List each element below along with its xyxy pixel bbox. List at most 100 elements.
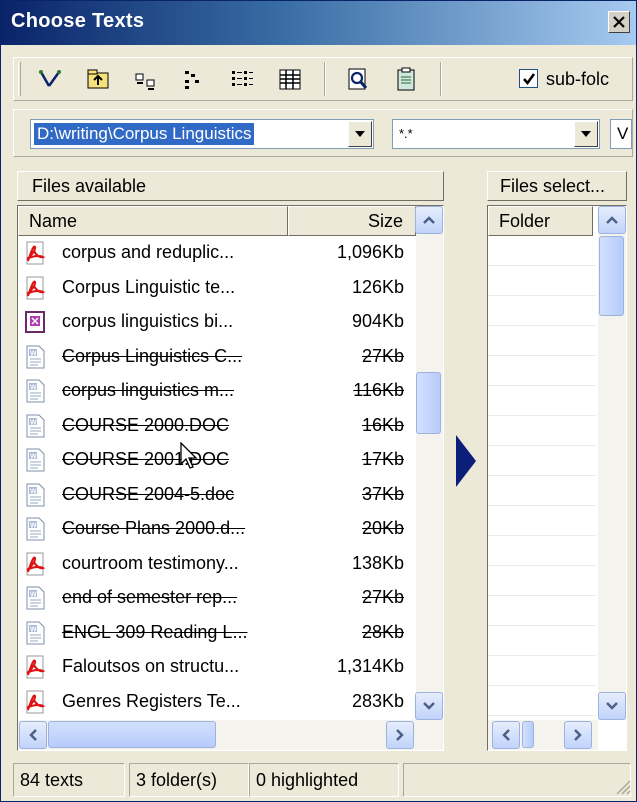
file-size: 904Kb: [351, 311, 404, 331]
horizontal-scrollbar[interactable]: [18, 720, 443, 750]
file-row[interactable]: W Course Plans 2000.d... 20Kb: [18, 514, 416, 544]
subfolders-checkbox[interactable]: [519, 69, 538, 88]
scroll-up-button[interactable]: [415, 206, 443, 234]
file-row[interactable]: courtroom testimony... 138Kb: [18, 549, 416, 579]
file-row[interactable]: W ENGL 309 Reading L... 28Kb: [18, 618, 416, 648]
file-name: Corpus Linguistics C...: [62, 345, 243, 366]
file-row[interactable]: Genres Registers Te... 283Kb: [18, 687, 416, 717]
file-row[interactable]: corpus linguistics bi... 904Kb: [18, 307, 416, 337]
chevron-left-icon: [29, 729, 37, 741]
selected-scroll-right-button[interactable]: [564, 721, 592, 749]
search-button[interactable]: [344, 65, 372, 93]
file-size: 20Kb: [361, 518, 404, 538]
chevron-down-icon: [581, 131, 591, 137]
file-row[interactable]: W COURSE 2000.DOC 16Kb: [18, 411, 416, 441]
selected-scroll-left-button[interactable]: [492, 721, 520, 749]
column-header-name[interactable]: Name: [18, 206, 288, 236]
folder-up-icon: [87, 69, 109, 89]
folder-combobox[interactable]: D:\writing\Corpus Linguistics: [30, 119, 374, 149]
file-size: 37Kb: [361, 483, 404, 504]
third-combobox-value[interactable]: V: [614, 123, 631, 145]
chevron-down-icon: [355, 131, 365, 137]
window-title: Choose Texts: [11, 10, 145, 32]
details-view-button[interactable]: [276, 65, 304, 93]
file-name: corpus and reduplic...: [62, 242, 235, 262]
column-header-folder[interactable]: Folder: [488, 206, 593, 236]
file-row[interactable]: Wend of semester rep... 27Kb: [18, 583, 416, 613]
files-selected-list[interactable]: Folder: [487, 205, 627, 751]
folder-path-value[interactable]: D:\writing\Corpus Linguistics: [32, 122, 256, 146]
file-row[interactable]: Wcorpus linguistics m... 116Kb: [18, 376, 416, 406]
file-name: Genres Registers Te...: [62, 690, 241, 711]
svg-text:W: W: [30, 419, 37, 426]
selected-horizontal-scroll-thumb[interactable]: [522, 721, 534, 748]
chevron-down-icon: [423, 702, 435, 710]
title-bar[interactable]: Choose Texts: [1, 1, 636, 45]
path-bar: D:\writing\Corpus Linguistics *.* V: [13, 109, 633, 157]
column-header-size[interactable]: Size: [288, 206, 416, 236]
tree-view-button[interactable]: [36, 65, 64, 93]
close-button[interactable]: [608, 11, 630, 33]
files-selected-header: Files select...: [487, 171, 627, 201]
selected-vertical-scrollbar[interactable]: [598, 206, 626, 720]
word-icon: W: [24, 414, 46, 438]
choose-texts-window: Choose Texts sub-folc D:\writing\Corpus …: [0, 0, 637, 802]
tree-branch-icon: [39, 70, 61, 87]
chevron-right-icon: [396, 729, 404, 741]
toolbar-grip[interactable]: [18, 62, 21, 96]
svg-text:W: W: [30, 454, 37, 461]
triangle-right-icon: [456, 435, 476, 487]
notes-button[interactable]: [392, 65, 420, 93]
file-size: 17Kb: [361, 449, 404, 469]
file-row[interactable]: W COURSE 2004-5.doc 37Kb: [18, 480, 416, 510]
file-size: 27Kb: [361, 345, 404, 366]
file-row[interactable]: W Corpus Linguistics C... 27Kb: [18, 342, 416, 372]
file-size: 16Kb: [361, 414, 404, 435]
close-icon: [613, 16, 625, 28]
file-row[interactable]: corpus and reduplic... 1,096Kb: [18, 238, 416, 268]
small-icons-icon: [185, 71, 199, 89]
third-combobox[interactable]: V: [610, 119, 632, 149]
file-name: Corpus Linguistic te...: [62, 276, 236, 297]
file-name: COURSE 2004-5.doc: [62, 483, 235, 504]
small-icons-button[interactable]: [180, 65, 208, 93]
file-row[interactable]: Corpus Linguistic te... 126Kb: [18, 273, 416, 303]
vertical-scroll-thumb[interactable]: [416, 372, 441, 434]
selected-gridlines: [488, 236, 596, 720]
scroll-left-button[interactable]: [19, 721, 47, 749]
horizontal-scroll-thumb[interactable]: [48, 721, 216, 748]
file-size: 138Kb: [351, 552, 404, 573]
file-size: 1,096Kb: [336, 242, 404, 262]
svg-text:W: W: [30, 626, 37, 633]
vertical-scrollbar[interactable]: [415, 206, 443, 720]
search-document-icon: [348, 68, 368, 90]
details-view-icon: [279, 69, 301, 90]
file-row[interactable]: W COURSE 2001.DOC 17Kb: [18, 445, 416, 475]
file-row[interactable]: Faloutsos on structu... 1,314Kb: [18, 652, 416, 682]
filter-combobox[interactable]: *.*: [392, 119, 600, 149]
selected-scroll-down-button[interactable]: [598, 692, 626, 720]
scroll-right-button[interactable]: [386, 721, 414, 749]
list-view-icon: [232, 71, 253, 86]
toolbar-separator: [324, 62, 326, 96]
status-empty-cell: [403, 763, 631, 797]
add-selected-button[interactable]: [453, 433, 479, 489]
large-icons-button[interactable]: [132, 65, 160, 93]
selected-scroll-up-button[interactable]: [598, 206, 626, 234]
files-available-list[interactable]: Name Size corpus and reduplic... 1,096Kb C…: [17, 205, 444, 751]
file-name: ENGL 309 Reading L...: [62, 621, 248, 642]
up-folder-button[interactable]: [84, 65, 112, 93]
file-name: COURSE 2000.DOC: [62, 414, 230, 435]
selected-horizontal-scrollbar[interactable]: [488, 720, 598, 750]
filter-dropdown-button[interactable]: [574, 121, 598, 147]
scroll-down-button[interactable]: [415, 692, 443, 720]
filter-value[interactable]: *.*: [396, 125, 416, 147]
list-view-button[interactable]: [228, 65, 256, 93]
resize-grip-icon[interactable]: [613, 777, 631, 795]
status-bar: 84 texts 3 folder(s) 0 highlighted: [13, 763, 633, 797]
word-icon: W: [24, 517, 46, 541]
pdf-icon: [24, 655, 46, 679]
folder-dropdown-button[interactable]: [348, 121, 372, 147]
selected-vertical-scroll-thumb[interactable]: [599, 236, 624, 316]
large-icons-icon: [135, 73, 155, 90]
